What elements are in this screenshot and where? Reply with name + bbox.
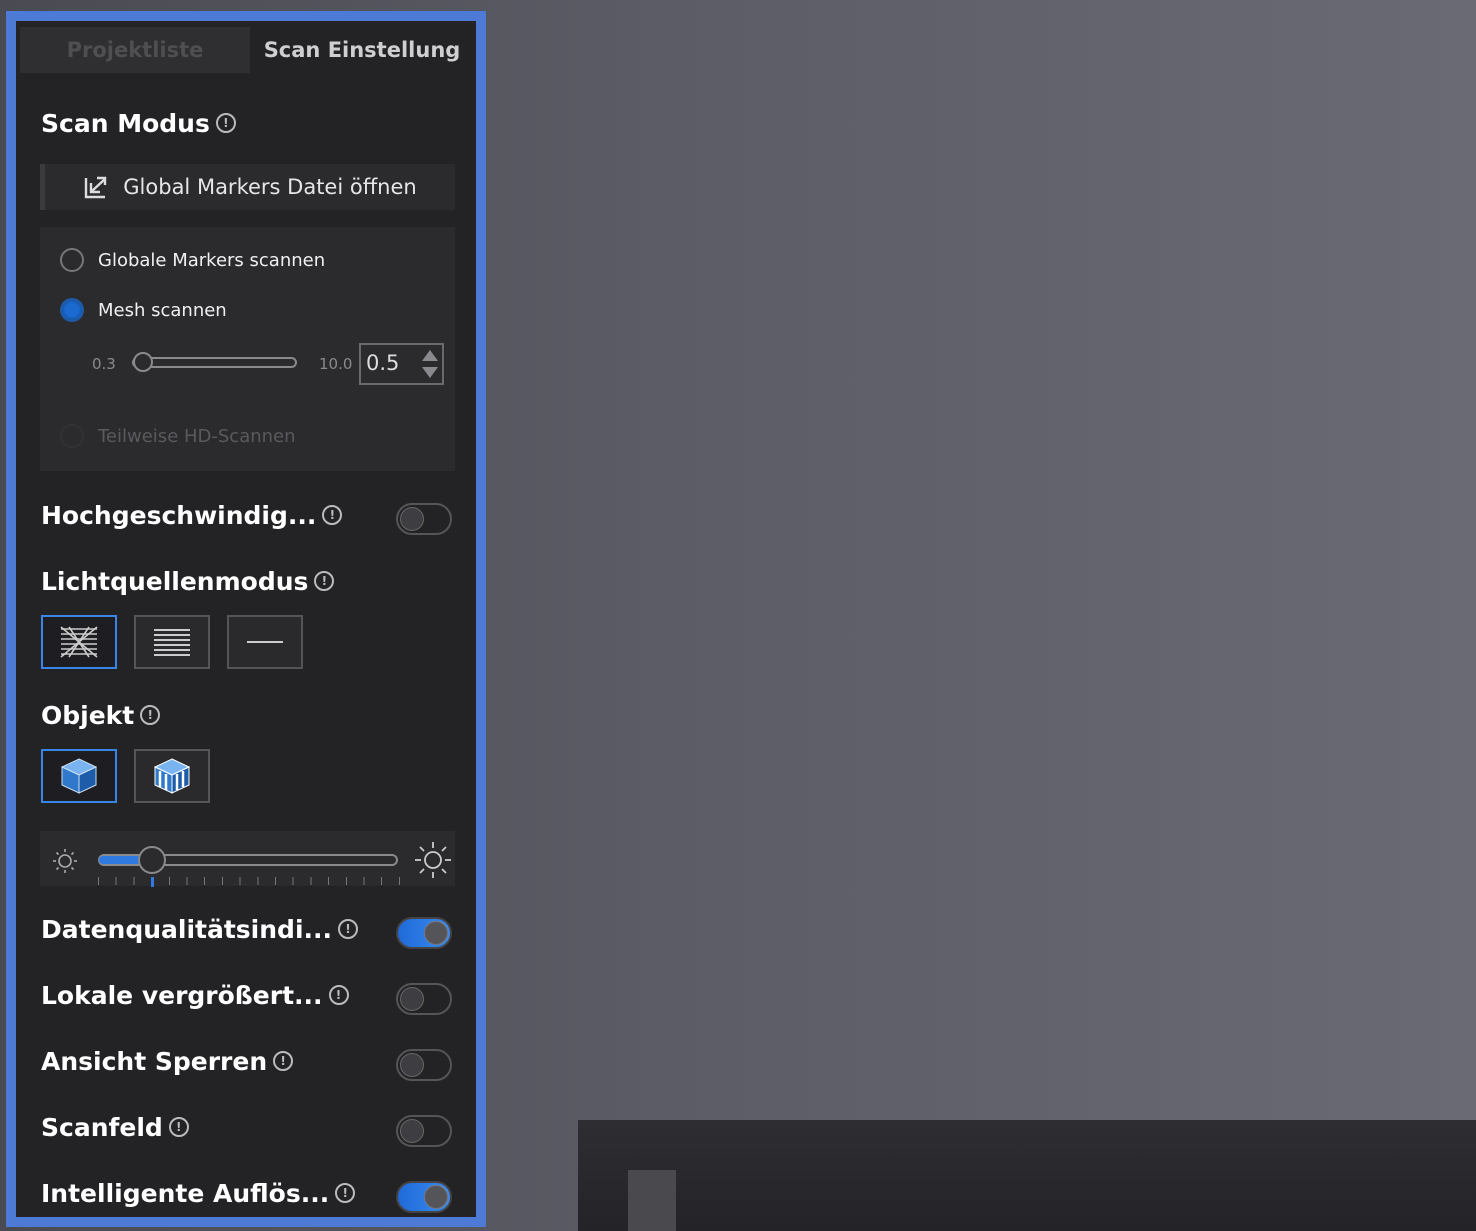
toggle-knob xyxy=(400,507,424,531)
tab-project-list[interactable]: Projektliste xyxy=(20,27,250,73)
smart-resolution-label: Intelligente Auflös... xyxy=(41,1179,330,1208)
data-quality-toggle[interactable] xyxy=(396,917,452,949)
open-file-label: Global Markers Datei öffnen xyxy=(123,175,417,199)
parallel-lines-icon xyxy=(154,629,190,656)
info-icon[interactable]: ! xyxy=(314,571,335,591)
object-title: Objekt! xyxy=(41,701,161,730)
brightness-control xyxy=(40,831,455,887)
resolution-value: 0.5 xyxy=(366,351,400,375)
scan-mode-title: Scan Modus! xyxy=(41,109,236,138)
radio-button-disabled[interactable] xyxy=(60,424,84,448)
single-line-icon xyxy=(247,641,283,643)
resolution-max: 10.0 xyxy=(319,355,353,373)
high-speed-title: Hochgeschwindig...! xyxy=(41,501,343,530)
normal-object-icon xyxy=(60,758,98,794)
smart-resolution-title: Intelligente Auflös...! xyxy=(41,1179,356,1208)
smart-resolution-toggle[interactable] xyxy=(396,1181,452,1213)
lock-view-label: Ansicht Sperren xyxy=(41,1047,268,1076)
info-icon[interactable]: ! xyxy=(140,705,161,725)
light-mode-title: Lichtquellenmodus! xyxy=(41,567,335,596)
tab-scan-settings[interactable]: Scan Einstellung xyxy=(262,27,462,73)
brightness-ticks xyxy=(98,877,400,885)
resolution-slider[interactable] xyxy=(132,357,297,368)
info-icon[interactable]: ! xyxy=(215,113,236,133)
scan-field-toggle[interactable] xyxy=(396,1115,452,1147)
data-quality-title: Datenqualitätsindi...! xyxy=(41,915,359,944)
high-speed-label: Hochgeschwindig... xyxy=(41,501,317,530)
light-mode-parallel-lines-button[interactable] xyxy=(134,615,210,669)
brightness-low-icon xyxy=(53,849,77,873)
object-dark-reflective-button[interactable] xyxy=(134,749,210,803)
object-title-text: Objekt xyxy=(41,701,135,730)
scan-field-title: Scanfeld! xyxy=(41,1113,189,1142)
toggle-knob xyxy=(400,1053,424,1077)
multi-line-icon xyxy=(60,626,98,658)
viewport-bottom-strip xyxy=(578,1120,1476,1231)
object-normal-button[interactable] xyxy=(41,749,117,803)
open-global-markers-file-button[interactable]: Global Markers Datei öffnen xyxy=(40,164,455,210)
info-icon[interactable]: ! xyxy=(168,1117,189,1137)
scan-settings-panel: Projektliste Scan Einstellung Scan Modus… xyxy=(6,11,486,1227)
lock-view-title: Ansicht Sperren! xyxy=(41,1047,294,1076)
brightness-slider-thumb[interactable] xyxy=(138,846,166,874)
tab-bar: Projektliste Scan Einstellung xyxy=(16,21,476,81)
scan-mode-title-text: Scan Modus xyxy=(41,109,210,138)
local-zoom-label: Lokale vergrößert... xyxy=(41,981,323,1010)
info-icon[interactable]: ! xyxy=(322,505,343,525)
light-mode-title-text: Lichtquellenmodus xyxy=(41,567,309,596)
toggle-knob xyxy=(400,987,424,1011)
radio-button[interactable] xyxy=(60,248,84,272)
local-zoom-title: Lokale vergrößert...! xyxy=(41,981,349,1010)
light-mode-single-line-button[interactable] xyxy=(227,615,303,669)
resolution-slider-thumb[interactable] xyxy=(133,352,153,372)
info-icon[interactable]: ! xyxy=(273,1051,294,1071)
scan-field-label: Scanfeld xyxy=(41,1113,163,1142)
lock-view-toggle[interactable] xyxy=(396,1049,452,1081)
partial-hd-label: Teilweise HD-Scannen xyxy=(98,425,296,447)
toggle-knob xyxy=(424,1185,448,1209)
resolution-min: 0.3 xyxy=(92,355,116,373)
checkbox-partial-hd[interactable]: Teilweise HD-Scannen xyxy=(60,424,296,448)
dark-reflective-object-icon xyxy=(153,758,191,794)
resolution-spinbox[interactable]: 0.5 xyxy=(359,343,444,385)
radio-mesh[interactable]: Mesh scannen xyxy=(60,298,227,322)
info-icon[interactable]: ! xyxy=(328,985,349,1005)
high-speed-toggle[interactable] xyxy=(396,503,452,535)
info-icon[interactable]: ! xyxy=(335,1183,356,1203)
viewport-block xyxy=(628,1170,676,1231)
scan-mode-options: Globale Markers scannen Mesh scannen 0.3… xyxy=(40,227,455,471)
radio-global-markers[interactable]: Globale Markers scannen xyxy=(60,248,325,272)
spin-up-icon[interactable] xyxy=(422,350,438,361)
data-quality-label: Datenqualitätsindi... xyxy=(41,915,333,944)
radio-global-markers-label: Globale Markers scannen xyxy=(98,249,326,271)
radio-button-checked[interactable] xyxy=(60,298,84,322)
brightness-active-tick xyxy=(151,877,154,887)
import-file-icon xyxy=(85,176,107,199)
spin-down-icon[interactable] xyxy=(422,367,438,378)
toggle-knob xyxy=(424,921,448,945)
light-mode-multi-line-button[interactable] xyxy=(41,615,117,669)
resolution-slider-row: 0.3 10.0 0.5 xyxy=(92,343,447,385)
toggle-knob xyxy=(400,1119,424,1143)
brightness-high-icon xyxy=(415,842,451,878)
local-zoom-toggle[interactable] xyxy=(396,983,452,1015)
radio-mesh-label: Mesh scannen xyxy=(98,299,227,321)
info-icon[interactable]: ! xyxy=(338,919,359,939)
